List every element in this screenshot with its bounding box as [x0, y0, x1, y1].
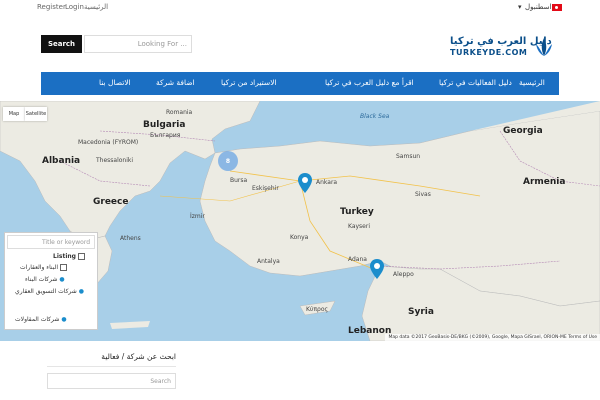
nav-item-events[interactable]: دليل الفعاليات في تركيا: [439, 78, 512, 87]
login-link[interactable]: Login: [65, 3, 84, 11]
map-pin-icon: ●: [59, 276, 65, 283]
top-bar: Register Login الرئيسية ▾ اسطنبول: [0, 0, 600, 16]
filter-item-label: البناء والعقارات: [20, 264, 59, 271]
map-label-samsun: Samsun: [396, 153, 421, 160]
map-label-romania: Romania: [166, 109, 193, 116]
map-type-satellite-button[interactable]: Satellite: [25, 107, 47, 121]
map-label-adana: Adana: [348, 256, 367, 263]
map-label-bulgaria: Bulgaria: [143, 120, 186, 130]
map-label-greece: Greece: [93, 197, 129, 207]
map-label-armenia: Armenia: [523, 177, 566, 187]
map-label-albania: Albania: [42, 156, 81, 166]
filter-item[interactable]: ●شركات البناء: [25, 276, 65, 283]
map-label-bursa: Bursa: [230, 177, 248, 184]
map-type-map-button[interactable]: Map: [3, 107, 25, 121]
map-keyword-placeholder: Title or keyword: [41, 238, 90, 246]
map-filter-panel: Title or keyword Listing البناء والعقارا…: [4, 232, 98, 330]
filter-item-label: شركات البناء: [25, 276, 58, 283]
map-label-black-sea: Black Sea: [360, 113, 390, 120]
map-label-cyprus: Κύπρος: [306, 306, 329, 313]
nav-item-home[interactable]: الرئيسية: [519, 78, 545, 87]
map-label-syria: Syria: [408, 307, 434, 317]
search-placeholder: Looking For ...: [137, 40, 187, 48]
filter-item-label: شركات التسويق العقاري: [15, 288, 77, 295]
map-label-georgia: Georgia: [503, 126, 543, 136]
map-pin-ankara-icon[interactable]: [298, 173, 312, 193]
tulip-logo-icon: [536, 38, 552, 56]
map-attribution[interactable]: Map data ©2017 GeoBasis-DE/BKG (©2009), …: [385, 334, 600, 341]
nav-item-read[interactable]: اقرأ مع دليل العرب في تركيا: [325, 78, 414, 87]
map-label-bulgaria-cyr: България: [150, 132, 181, 139]
sidebar-search-input[interactable]: Search: [47, 373, 176, 389]
sidebar-search-placeholder: Search: [150, 377, 171, 385]
city-select[interactable]: اسطنبول: [525, 3, 551, 11]
checkbox-icon[interactable]: [60, 264, 68, 271]
map-label-athens: Athens: [120, 235, 141, 242]
map-label-aleppo: Aleppo: [393, 271, 414, 278]
map-cluster-marker[interactable]: 8: [218, 151, 238, 171]
nav-item-contact[interactable]: الاتصال بنا: [99, 78, 131, 87]
map-pin-icon: ●: [78, 288, 85, 295]
nav-item-add-company[interactable]: اضافة شركة: [156, 78, 195, 87]
search-input[interactable]: Looking For ...: [84, 35, 192, 53]
listing-filter[interactable]: Listing: [53, 253, 85, 260]
nav-item-import[interactable]: الاستيراد من تركيا: [221, 78, 277, 87]
map-label-macedonia: Macedonia (FYROM): [78, 139, 139, 146]
checkbox-icon[interactable]: [77, 253, 85, 260]
filter-item[interactable]: البناء والعقارات: [20, 264, 68, 271]
map-label-turkey: Turkey: [340, 207, 374, 217]
site-logo[interactable]: دليل العرب في تركيا TURKEYDE.COM: [450, 36, 555, 60]
map-label-kayseri: Kayseri: [348, 223, 371, 230]
map-keyword-input[interactable]: Title or keyword: [7, 235, 95, 249]
map-label-konya: Konya: [290, 234, 309, 241]
map-label-antalya: Antalya: [257, 258, 280, 265]
home-link[interactable]: الرئيسية: [84, 3, 108, 11]
map-pin-adana-icon[interactable]: [370, 259, 384, 279]
filter-item[interactable]: ●شركات التسويق العقاري: [15, 288, 84, 295]
listing-label: Listing: [53, 253, 76, 260]
map-label-ankara: Ankara: [316, 179, 338, 186]
filter-item[interactable]: ●شركات المقاولات: [15, 316, 67, 323]
map-label-thessaloniki: Thessaloniki: [96, 157, 134, 164]
logo-english-text: TURKEYDE.COM: [450, 48, 528, 57]
map-label-sivas: Sivas: [415, 191, 431, 198]
filter-item-label: شركات المقاولات: [15, 316, 60, 323]
cluster-count: 8: [225, 157, 231, 165]
chevron-down-icon[interactable]: ▾: [518, 3, 522, 11]
register-link[interactable]: Register: [37, 3, 66, 11]
map-label-izmir: İzmir: [190, 213, 205, 220]
search-button[interactable]: Search: [41, 35, 82, 53]
turkey-flag-icon: [552, 4, 562, 11]
map-pin-icon: ●: [61, 316, 67, 323]
sidebar-search-title: ابحث عن شركة / فعالية: [47, 352, 176, 367]
map-label-eskisehir: Eskişehir: [252, 185, 279, 192]
main-nav: الرئيسية دليل الفعاليات في تركيا اقرأ مع…: [41, 72, 559, 95]
